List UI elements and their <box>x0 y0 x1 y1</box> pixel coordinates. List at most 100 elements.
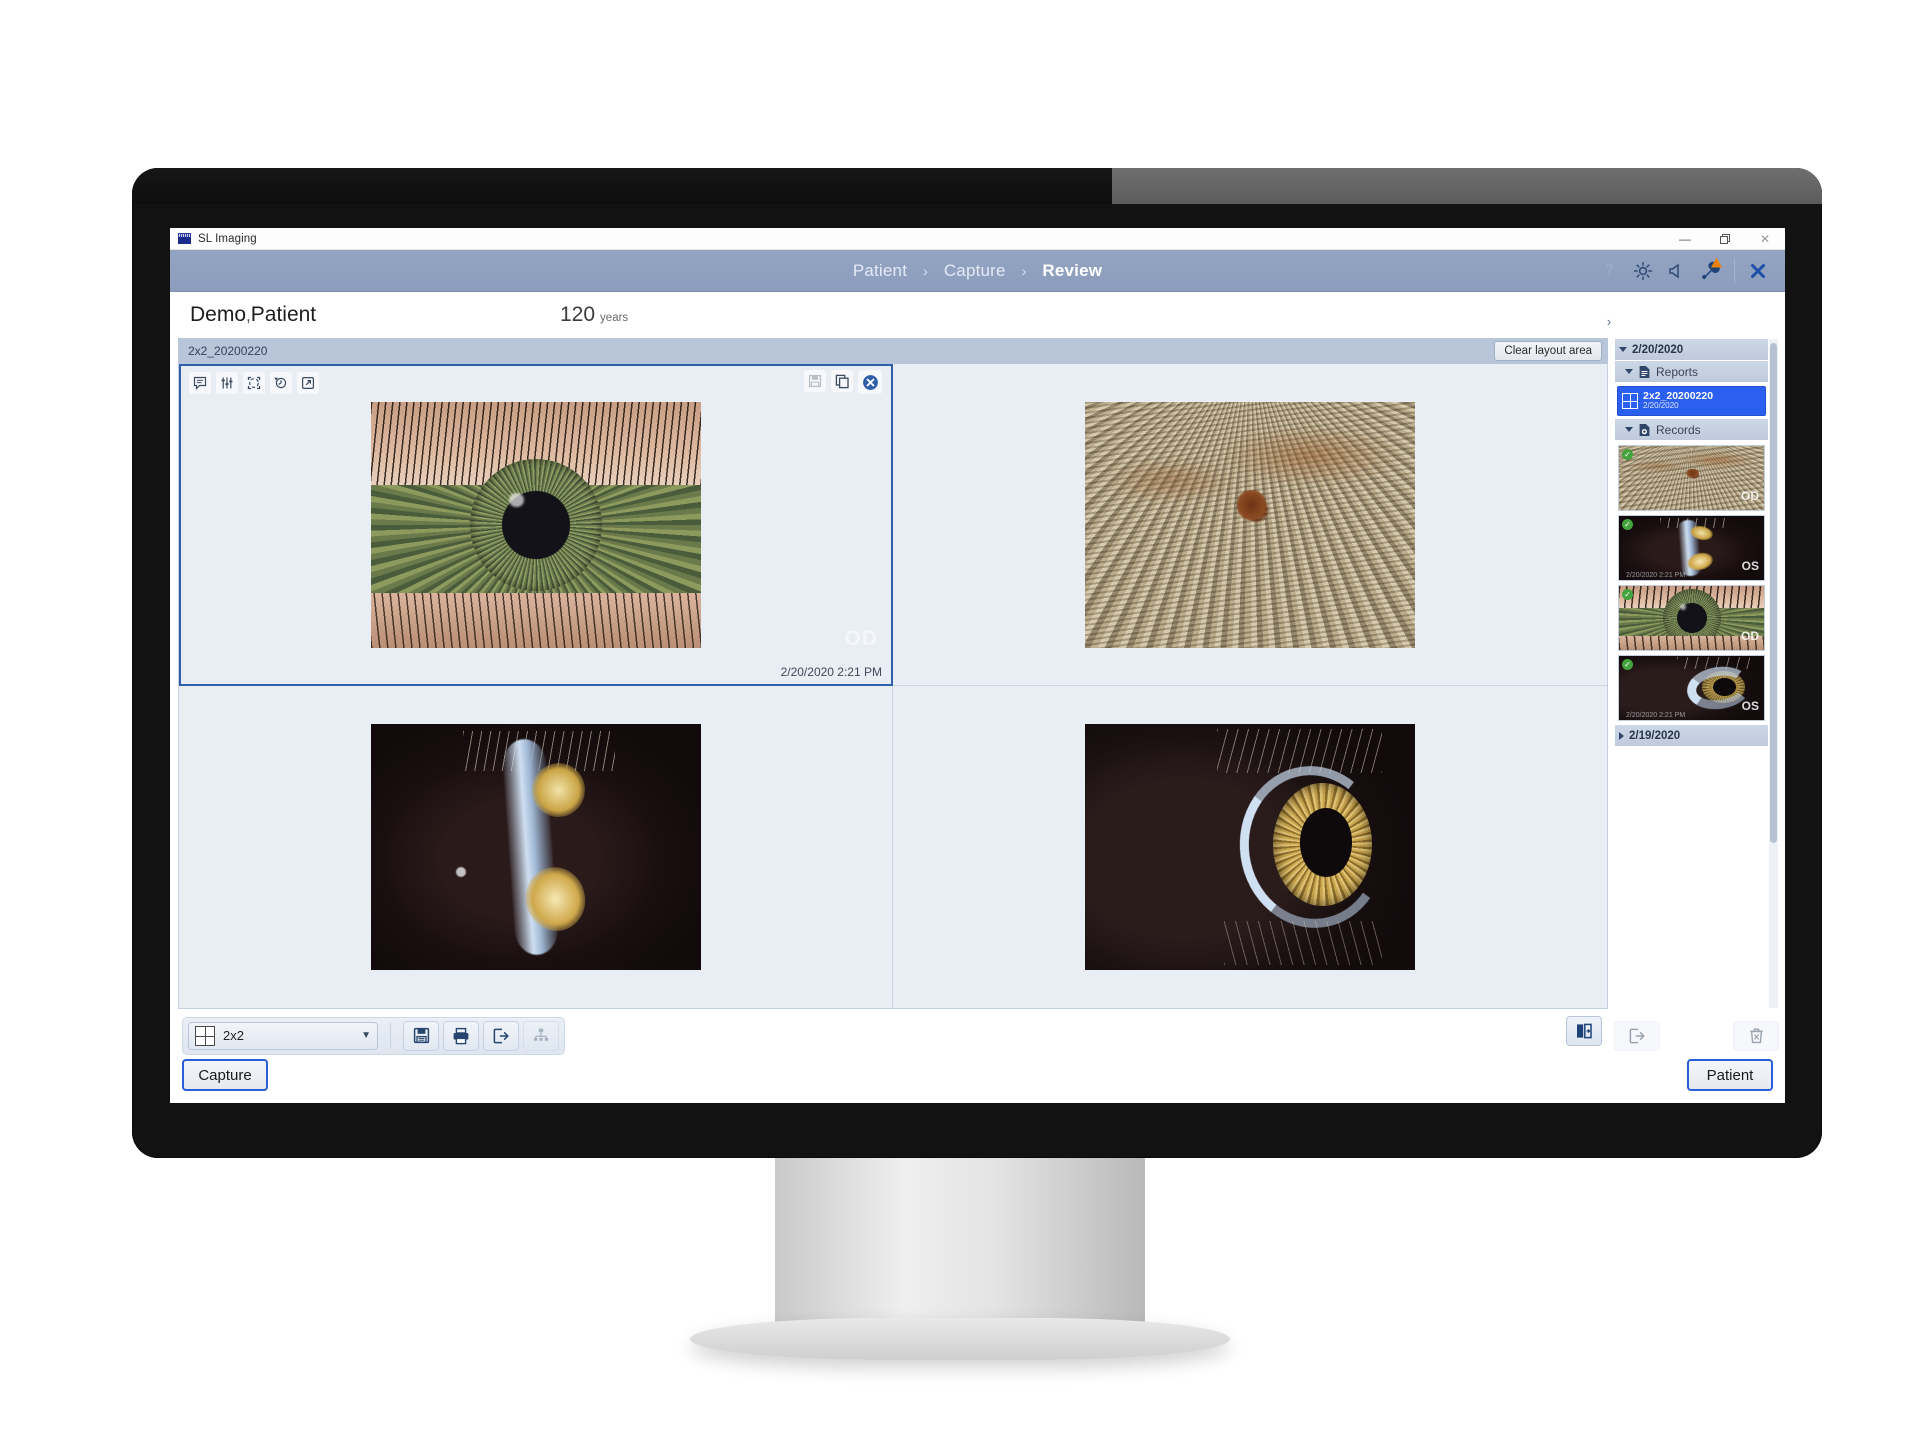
window-minimize-button[interactable]: — <box>1665 228 1705 250</box>
layout-cell-4[interactable] <box>893 686 1607 1008</box>
breadcrumb-separator-1: › <box>923 262 928 279</box>
chevron-right-icon <box>1619 731 1624 740</box>
image-slit-lamp-os[interactable] <box>370 724 701 970</box>
iris-render <box>469 458 602 591</box>
check-badge-icon: ✓ <box>1622 449 1633 460</box>
thumb-slitlamp-os[interactable]: ✓ OS 2/20/2020 2:21 PM <box>1618 515 1765 581</box>
iris-render <box>1662 589 1721 647</box>
patient-age-value: 120 <box>560 303 596 326</box>
breadcrumb-review[interactable]: Review <box>1042 261 1102 281</box>
layout-area-header: 2x2_20200220 Clear layout area <box>178 338 1608 364</box>
slit-lamp-os-render <box>370 724 701 970</box>
image-iris-macro[interactable] <box>1085 401 1415 648</box>
layout-cell-1[interactable]: OD 2/20/2020 2:21 PM <box>179 364 893 686</box>
app-footer: Capture Patient <box>170 1055 1785 1103</box>
thumb-anterior-od[interactable]: ✓ OD <box>1618 585 1765 651</box>
layout-bottom-toolbar: 2x2 ▼ <box>178 1009 1608 1055</box>
breadcrumb-separator-2: › <box>1021 262 1027 279</box>
brightness-icon[interactable] <box>1626 250 1660 292</box>
window-restore-button[interactable] <box>1705 228 1745 250</box>
window-titlebar: SL Imaging — ✕ <box>170 228 1785 250</box>
sidebar-section-reports[interactable]: Reports <box>1615 361 1768 383</box>
save-report-button[interactable] <box>403 1020 439 1051</box>
image-adjust-icon[interactable] <box>216 372 238 394</box>
image-layout-grid: OD 2/20/2020 2:21 PM <box>178 364 1608 1009</box>
duplicate-image-icon[interactable] <box>831 370 853 392</box>
image-slit-lamp-limbus[interactable] <box>1085 724 1415 970</box>
compare-images-button[interactable] <box>1566 1016 1602 1046</box>
patient-last-name: Demo <box>190 303 247 326</box>
thumb-timestamp: 2/20/2020 2:21 PM <box>1626 712 1686 719</box>
image-eye-anterior-od[interactable] <box>370 401 701 648</box>
settings-wrench-icon[interactable] <box>1694 250 1728 292</box>
record-image-icon <box>1638 423 1651 437</box>
report-subtitle: 2/20/2020 <box>1643 401 1679 411</box>
export-record-button[interactable] <box>1614 1020 1660 1051</box>
check-badge-icon: ✓ <box>1622 589 1633 600</box>
layout-column: 2x2_20200220 Clear layout area OD 2/20/2… <box>178 338 1608 1055</box>
print-report-button[interactable] <box>443 1020 479 1051</box>
sidebar-date-group-20200220[interactable]: 2/20/2020 <box>1615 339 1768 361</box>
thumb-iris-macro-od[interactable]: ✓ OD <box>1618 445 1765 511</box>
chevron-down-icon: ▼ <box>361 1030 371 1041</box>
thumb-timestamp: 2/20/2020 2:21 PM <box>1626 572 1686 579</box>
crop-transform-icon[interactable] <box>243 372 265 394</box>
specular-highlight <box>456 866 467 877</box>
toolbar-divider <box>390 1022 391 1049</box>
sidebar-reports-label: Reports <box>1656 364 1699 379</box>
header-tools: ? <box>1592 250 1775 291</box>
sound-icon[interactable] <box>1660 250 1694 292</box>
breadcrumb: Patient › Capture › Review <box>170 250 1785 291</box>
report-2x2[interactable]: 2x2_20200220 2/20/2020 <box>1617 386 1766 416</box>
grid-2x2-icon <box>1622 393 1638 409</box>
window-title: SL Imaging <box>198 232 257 245</box>
patient-age-unit: years <box>600 312 629 324</box>
sidebar-scrollbar-thumb[interactable] <box>1770 343 1777 843</box>
clear-layout-area-button[interactable]: Clear layout area <box>1494 341 1602 361</box>
delete-record-button[interactable] <box>1733 1020 1779 1051</box>
eye-anterior-od-render <box>370 401 701 648</box>
cell-1-timestamp: 2/20/2020 2:21 PM <box>780 665 882 679</box>
revert-history-icon[interactable] <box>270 372 292 394</box>
sidebar-footer <box>1614 1009 1779 1055</box>
check-badge-icon: ✓ <box>1622 659 1633 670</box>
toolbar-right-group <box>1566 1016 1602 1046</box>
layout-cell-3[interactable] <box>179 686 893 1008</box>
help-icon[interactable]: ? <box>1592 250 1626 292</box>
thumb-eye-label: OS <box>1741 699 1759 713</box>
patient-button[interactable]: Patient <box>1687 1059 1773 1091</box>
patient-strip: Demo,Patient 120 years <box>170 292 1785 338</box>
layout-cell-2[interactable] <box>893 364 1607 686</box>
thumb-eye-label: OD <box>1741 629 1759 643</box>
slit-lamp-limbus-render <box>1085 724 1415 970</box>
save-image-icon[interactable] <box>804 370 826 392</box>
layout-select[interactable]: 2x2 ▼ <box>188 1021 378 1050</box>
breadcrumb-capture[interactable]: Capture <box>944 261 1006 281</box>
breadcrumb-patient[interactable]: Patient <box>853 261 907 281</box>
check-badge-icon: ✓ <box>1622 519 1633 530</box>
capture-button[interactable]: Capture <box>182 1059 268 1091</box>
open-external-icon[interactable] <box>297 372 319 394</box>
thumb-slitlamp2-os[interactable]: ✓ OS 2/20/2020 2:21 PM <box>1618 655 1765 721</box>
toolbar-group: 2x2 ▼ <box>182 1016 565 1055</box>
annotation-icon[interactable] <box>189 372 211 394</box>
application-window: SL Imaging — ✕ Patient › Capture › Revie… <box>170 228 1785 1103</box>
patient-first-name: Patient <box>250 303 317 326</box>
sidebar-records-label: Records <box>1656 422 1701 437</box>
records-tree: 2/20/2020 Reports 2x2_20200220 2/20/2020… <box>1614 338 1779 1009</box>
network-share-button[interactable] <box>523 1020 559 1051</box>
sidebar-date-label-prev: 2/19/2020 <box>1629 729 1681 742</box>
sidebar-collapse-chevron-icon[interactable]: › <box>1602 310 1616 332</box>
layout-select-value: 2x2 <box>223 1028 244 1043</box>
sidebar-section-records[interactable]: Records <box>1615 419 1768 441</box>
app-body: 2x2_20200220 Clear layout area OD 2/20/2… <box>170 314 1785 1055</box>
bezel-sheen-left <box>132 168 1112 204</box>
monitor-neck <box>775 1158 1145 1323</box>
sidebar-scrollbar[interactable] <box>1769 339 1778 1008</box>
sidebar-date-group-20200219[interactable]: 2/19/2020 <box>1615 725 1768 747</box>
window-close-button[interactable]: ✕ <box>1745 228 1785 250</box>
remove-image-icon[interactable] <box>858 370 882 394</box>
close-app-icon[interactable] <box>1741 250 1775 292</box>
document-icon <box>1638 365 1651 379</box>
export-report-button[interactable] <box>483 1020 519 1051</box>
